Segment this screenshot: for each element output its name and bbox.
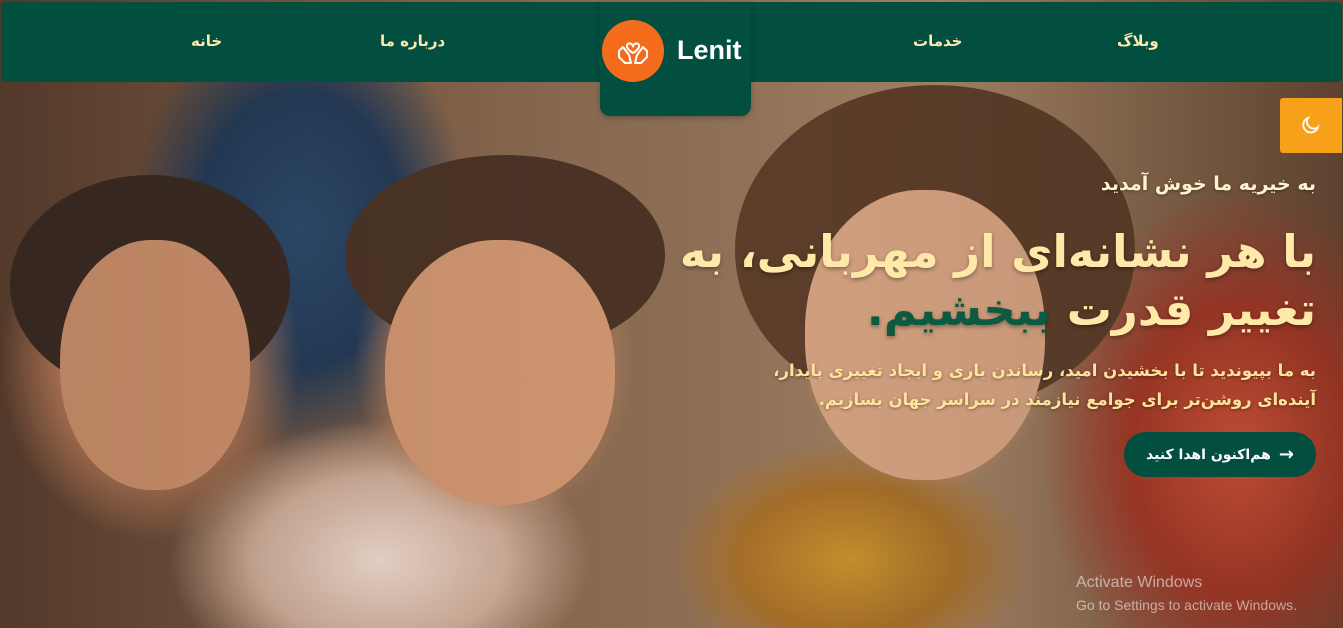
hero-subtext: به ما بپیوندید تا با بخشیدن امید، رساندن…: [773, 361, 1316, 409]
nav-blog-link[interactable]: وبلاگ: [1117, 32, 1159, 50]
nav-about-link[interactable]: درباره ما: [380, 32, 445, 50]
nav-home-link[interactable]: خانه: [191, 32, 222, 50]
donate-now-button[interactable]: → هم‌اکنون اهدا کنید: [1124, 432, 1316, 477]
hero-headline: با هر نشانه‌ای از مهربانی، به تغییر قدرت…: [676, 223, 1316, 339]
child-hair-center: [345, 155, 665, 355]
headline-end: .: [866, 283, 884, 336]
windows-activation-watermark: Activate Windows Go to Settings to activ…: [1076, 572, 1297, 616]
heart-hands-icon: [618, 42, 648, 64]
watermark-title: Activate Windows: [1076, 574, 1203, 591]
hero-welcome-text: به خیریه ما خوش آمدید: [1100, 173, 1316, 195]
nav-services-link[interactable]: خدمات: [913, 32, 962, 50]
headline-accent: ببخشیم: [883, 283, 1052, 336]
child-face-center: [385, 240, 615, 505]
arrow-right-icon: →: [1278, 444, 1294, 465]
theme-toggle-button[interactable]: [1280, 98, 1342, 153]
child-hair-left: [10, 175, 290, 395]
donate-button-label: هم‌اکنون اهدا کنید: [1146, 446, 1271, 463]
logo-badge: [602, 20, 664, 82]
logo-text: Lenit: [677, 35, 742, 65]
child-face-left: [60, 240, 250, 490]
logo[interactable]: Lenit: [600, 2, 751, 116]
moon-icon: [1302, 116, 1320, 134]
watermark-subtitle: Go to Settings to activate Windows.: [1076, 597, 1297, 613]
